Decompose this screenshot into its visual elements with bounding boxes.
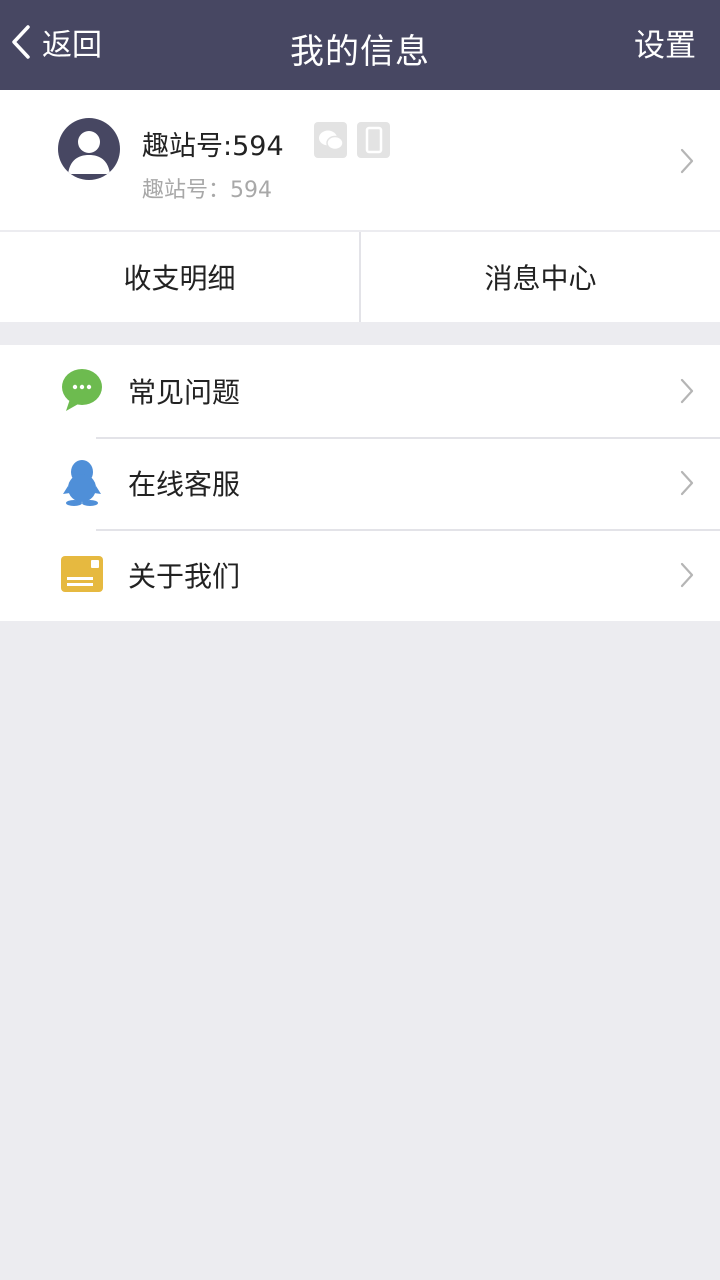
menu-label: 常见问题 [128, 376, 241, 409]
phone-icon [357, 122, 390, 158]
top-bar: 返回 我的信息 设置 [0, 0, 720, 90]
quick-links: 收支明细 消息中心 [0, 232, 720, 322]
page-title: 我的信息 [290, 32, 430, 72]
chevron-right-icon [680, 148, 694, 174]
income-expense-button[interactable]: 收支明细 [0, 232, 359, 322]
menu-item-faq[interactable]: 常见问题 [0, 345, 720, 437]
qq-penguin-icon [60, 459, 104, 506]
bind-status [314, 122, 390, 158]
menu-list: 常见问题 在线客服 关于我们 [0, 345, 720, 621]
chevron-right-icon [680, 378, 694, 404]
chevron-right-icon [680, 562, 694, 588]
chat-bubble-icon [60, 367, 104, 413]
wechat-icon [314, 122, 347, 158]
menu-label: 在线客服 [128, 468, 241, 501]
settings-button[interactable]: 设置 [634, 20, 696, 65]
menu-item-online-support[interactable]: 在线客服 [0, 437, 720, 529]
profile-name: 趣站号:594 [142, 131, 284, 162]
menu-label: 关于我们 [128, 560, 241, 593]
chevron-right-icon [680, 470, 694, 496]
avatar [58, 118, 120, 180]
menu-item-about-us[interactable]: 关于我们 [0, 529, 720, 621]
info-card-icon [60, 551, 104, 597]
message-center-button[interactable]: 消息中心 [361, 232, 720, 322]
user-icon [68, 131, 110, 174]
profile-id: 趣站号：594 [142, 178, 272, 203]
profile-card[interactable]: 趣站号:594 趣站号：594 [0, 90, 720, 230]
